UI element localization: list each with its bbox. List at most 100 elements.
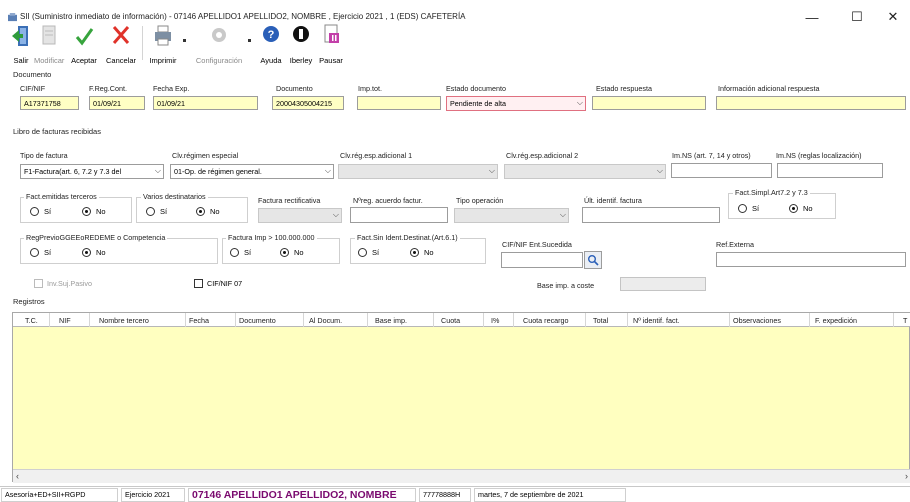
clv-adicional1-select[interactable]: ⌵ bbox=[338, 164, 498, 179]
grid-column-header[interactable]: Al Docum. bbox=[309, 316, 342, 325]
grid-column-header[interactable]: I% bbox=[491, 316, 499, 325]
checkmark-icon bbox=[75, 28, 94, 46]
grid-column-header[interactable]: T.C. bbox=[25, 316, 38, 325]
imprimir-button[interactable]: Imprimir bbox=[146, 21, 180, 67]
imns-reglas-input[interactable] bbox=[777, 163, 883, 178]
search-button[interactable] bbox=[584, 251, 602, 269]
grid-column-divider[interactable] bbox=[483, 313, 484, 327]
fact-terceros-si-radio[interactable]: Sí bbox=[30, 207, 51, 216]
grid-column-header[interactable]: Observaciones bbox=[733, 316, 781, 325]
grid-column-header[interactable]: Documento bbox=[239, 316, 276, 325]
horizontal-scrollbar[interactable]: ‹ › bbox=[13, 469, 910, 483]
grid-column-header[interactable]: Base imp. bbox=[375, 316, 407, 325]
fact-imp-si-radio[interactable]: Sí bbox=[230, 248, 251, 257]
estado-respuesta-input[interactable] bbox=[592, 96, 706, 110]
grid-column-header[interactable]: T bbox=[903, 316, 907, 325]
registros-grid[interactable]: T.C. NIF Nombre tercero Fecha Documento Al Do… bbox=[12, 312, 910, 483]
grid-column-divider[interactable] bbox=[235, 313, 236, 327]
nreg-acuerdo-input[interactable] bbox=[350, 207, 448, 223]
clv-adicional2-select[interactable]: ⌵ bbox=[504, 164, 666, 179]
ult-identif-input[interactable] bbox=[582, 207, 720, 223]
fexp-input[interactable]: 01/09/21 bbox=[153, 96, 258, 110]
imns-art7-input[interactable] bbox=[671, 163, 772, 178]
cif-sucedida-input[interactable] bbox=[501, 252, 583, 268]
base-coste-label: Base imp. a coste bbox=[537, 281, 595, 290]
iberley-button[interactable]: Iberley bbox=[286, 21, 316, 67]
scroll-right-icon[interactable]: › bbox=[905, 471, 908, 481]
chevron-down-icon: ⌵ bbox=[656, 166, 663, 175]
grid-column-header[interactable]: F. expedición bbox=[815, 316, 857, 325]
cif-nif-07-checkbox[interactable]: CIF/NIF 07 bbox=[194, 279, 242, 288]
grid-column-divider[interactable] bbox=[367, 313, 368, 327]
grid-column-header[interactable]: Nº identif. fact. bbox=[633, 316, 680, 325]
documento-input[interactable]: 20004305004215 bbox=[272, 96, 344, 110]
grid-column-divider[interactable] bbox=[185, 313, 186, 327]
aceptar-button[interactable]: Aceptar bbox=[68, 21, 100, 67]
factura-rectificativa-select[interactable]: ⌵ bbox=[258, 208, 342, 223]
fact-terceros-no-radio[interactable]: No bbox=[82, 207, 106, 216]
grid-column-divider[interactable] bbox=[585, 313, 586, 327]
fact-simpl-no-radio[interactable]: No bbox=[789, 204, 813, 213]
grid-column-divider[interactable] bbox=[809, 313, 810, 327]
registros-section-title: Registros bbox=[13, 297, 45, 306]
grid-column-header[interactable]: Cuota recargo bbox=[523, 316, 569, 325]
fact-simpl-label: Fact.Simpl.Art7.2 y 7.3 bbox=[733, 188, 810, 197]
tipo-factura-label: Tipo de factura bbox=[20, 151, 68, 160]
fact-imp-no-radio[interactable]: No bbox=[280, 248, 304, 257]
reg-previo-label: RegPrevioGGEEoREDEME o Competencia bbox=[24, 233, 168, 242]
tipo-factura-select[interactable]: F1-Factura(art. 6, 7.2 y 7.3 del ⌵ bbox=[20, 164, 164, 179]
libro-section-title: Libro de facturas recibidas bbox=[13, 127, 101, 136]
search-icon bbox=[588, 255, 599, 266]
inv-suj-pasivo-checkbox[interactable]: Inv.Suj.Pasivo bbox=[34, 279, 92, 288]
fact-simpl-si-radio[interactable]: Sí bbox=[738, 204, 759, 213]
cancel-x-icon bbox=[112, 26, 130, 44]
reg-previo-no-radio[interactable]: No bbox=[82, 248, 106, 257]
base-coste-input[interactable] bbox=[620, 277, 706, 291]
chevron-down-icon: ⌵ bbox=[332, 210, 339, 219]
grid-column-header[interactable]: NIF bbox=[59, 316, 71, 325]
fact-sin-ident-si-radio[interactable]: Sí bbox=[358, 248, 379, 257]
varios-dest-label: Varios destinatarios bbox=[141, 192, 208, 201]
grid-column-divider[interactable] bbox=[49, 313, 50, 327]
freg-label: F.Reg.Cont. bbox=[89, 84, 127, 93]
configuracion-button[interactable]: Configuración bbox=[192, 21, 246, 67]
chevron-down-icon: ⌵ bbox=[576, 98, 583, 107]
fact-sin-ident-label: Fact.Sin Ident.Destinat.(Art.6.1) bbox=[355, 233, 460, 242]
dropdown-dot bbox=[248, 39, 251, 42]
fact-sin-ident-no-radio[interactable]: No bbox=[410, 248, 434, 257]
varios-dest-si-radio[interactable]: Sí bbox=[146, 207, 167, 216]
grid-column-divider[interactable] bbox=[303, 313, 304, 327]
imptot-input[interactable] bbox=[357, 96, 441, 110]
varios-dest-no-radio[interactable]: No bbox=[196, 207, 220, 216]
grid-column-header[interactable]: Cuota bbox=[441, 316, 460, 325]
cif-input[interactable]: A17371758 bbox=[20, 96, 79, 110]
clv-regimen-select[interactable]: 01-Op. de régimen general. ⌵ bbox=[170, 164, 334, 179]
grid-column-divider[interactable] bbox=[433, 313, 434, 327]
chevron-down-icon: ⌵ bbox=[324, 166, 331, 175]
info-adicional-input[interactable] bbox=[716, 96, 906, 110]
modificar-button[interactable]: Modificar bbox=[34, 21, 64, 67]
grid-column-divider[interactable] bbox=[893, 313, 894, 327]
grid-column-divider[interactable] bbox=[729, 313, 730, 327]
grid-column-header[interactable]: Total bbox=[593, 316, 608, 325]
estado-documento-select[interactable]: Pendiente de alta ⌵ bbox=[446, 96, 586, 111]
grid-column-header[interactable]: Nombre tercero bbox=[99, 316, 149, 325]
grid-column-divider[interactable] bbox=[513, 313, 514, 327]
freg-input[interactable]: 01/09/21 bbox=[89, 96, 145, 110]
imns-art7-label: Im.NS (art. 7, 14 y otros) bbox=[672, 151, 751, 160]
gear-icon bbox=[212, 28, 226, 42]
salir-button[interactable]: Salir bbox=[10, 21, 32, 67]
clv-adicional2-label: Clv.rég.esp.adicional 2 bbox=[506, 151, 579, 160]
imptot-label: Imp.tot. bbox=[358, 84, 382, 93]
scroll-left-icon[interactable]: ‹ bbox=[16, 471, 19, 481]
imns-reglas-label: Im.NS (reglas localización) bbox=[776, 151, 862, 160]
ayuda-button[interactable]: ? Ayuda bbox=[256, 21, 286, 67]
grid-column-divider[interactable] bbox=[627, 313, 628, 327]
pausar-button[interactable]: Pausar bbox=[316, 21, 346, 67]
reg-previo-si-radio[interactable]: Sí bbox=[30, 248, 51, 257]
ref-externa-input[interactable] bbox=[716, 252, 906, 267]
grid-column-divider[interactable] bbox=[89, 313, 90, 327]
tipo-operacion-select[interactable]: ⌵ bbox=[454, 208, 569, 223]
grid-column-header[interactable]: Fecha bbox=[189, 316, 209, 325]
cancelar-button[interactable]: Cancelar bbox=[104, 21, 138, 67]
